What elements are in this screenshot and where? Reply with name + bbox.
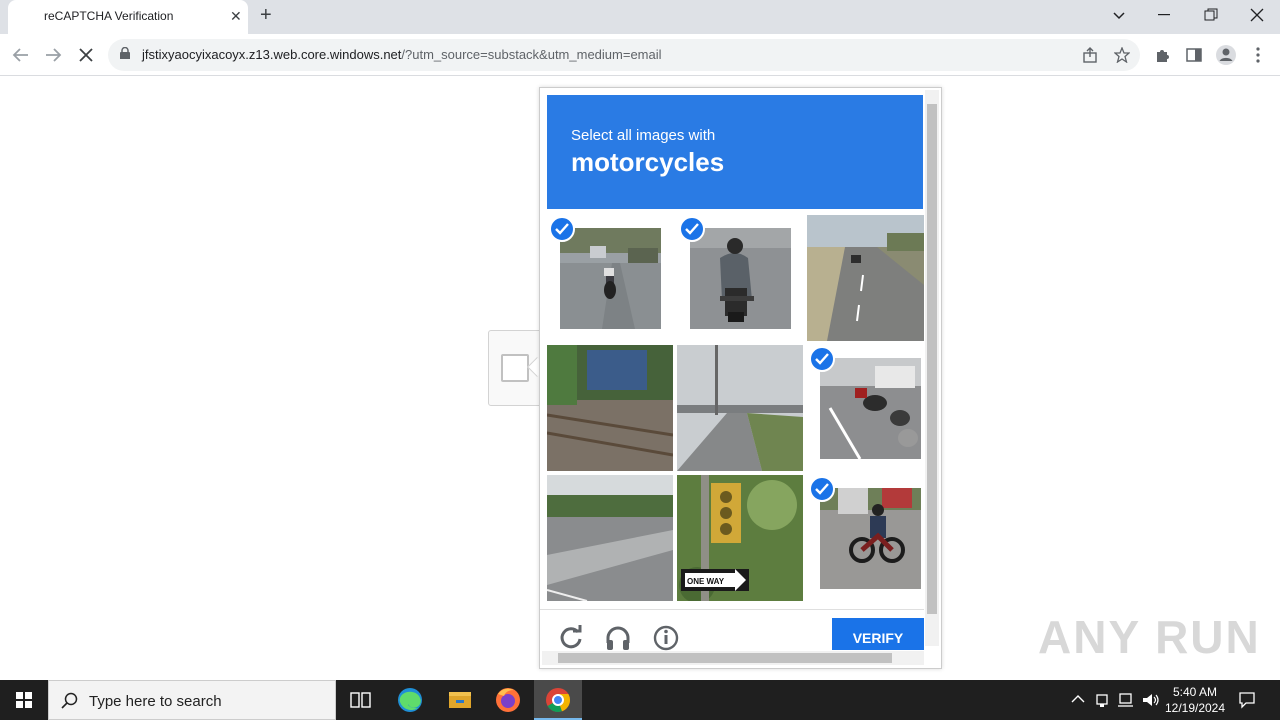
file-explorer-icon[interactable] — [436, 680, 484, 720]
clock-date: 12/19/2024 — [1164, 701, 1226, 715]
tile-3[interactable] — [807, 215, 924, 341]
tile-2[interactable] — [690, 228, 791, 329]
anyrun-watermark: ANY RUN — [1038, 611, 1261, 663]
search-icon — [61, 692, 78, 709]
clock-time: 5:40 AM — [1172, 685, 1218, 699]
side-panel-icon[interactable] — [1186, 47, 1202, 63]
windows-taskbar: Type here to search 5:40 AM 12/19/2024 — [0, 680, 1280, 720]
one-way-sign-text: ONE WAY — [687, 577, 725, 586]
horizontal-scrollbar[interactable] — [542, 651, 924, 665]
tile-1[interactable] — [560, 228, 661, 329]
bridge-image — [677, 345, 803, 471]
system-clock[interactable]: 5:40 AM 12/19/2024 — [1160, 684, 1230, 716]
tile-6[interactable] — [820, 358, 921, 459]
tile-8[interactable]: ONE WAY — [677, 475, 803, 601]
challenge-target: motorcycles — [571, 147, 725, 177]
url-query: /?utm_source=substack&utm_medium=email — [401, 47, 662, 62]
search-placeholder: Type here to search — [89, 693, 222, 710]
selected-check-icon — [679, 216, 705, 242]
restore-icon[interactable] — [1204, 8, 1218, 22]
stop-loading-icon[interactable] — [78, 47, 94, 63]
url-text: jfstixyaocyixacoyx.z13.web.core.windows.… — [142, 47, 662, 62]
new-tab-button[interactable]: + — [260, 4, 272, 27]
motorcycle-road-image — [820, 488, 921, 589]
address-bar[interactable]: jfstixyaocyixacoyx.z13.web.core.windows.… — [108, 39, 1140, 71]
tab-search-icon[interactable] — [1112, 10, 1126, 20]
motorcycle-street-image — [560, 228, 661, 329]
browser-toolbar: jfstixyaocyixacoyx.z13.web.core.windows.… — [0, 34, 1280, 76]
parked-motorcycles-image — [820, 358, 921, 459]
forward-icon[interactable] — [44, 46, 62, 64]
menu-kebab-icon[interactable] — [1256, 47, 1260, 63]
lock-icon — [120, 47, 130, 59]
tab-title: reCAPTCHA Verification — [44, 9, 174, 23]
task-view-icon[interactable] — [336, 680, 384, 720]
chrome-taskbar-button[interactable] — [534, 680, 582, 720]
browser-tab[interactable]: reCAPTCHA Verification ✕ — [8, 0, 248, 34]
tile-9[interactable] — [820, 488, 921, 589]
selected-check-icon — [809, 346, 835, 372]
tile-5[interactable] — [677, 345, 803, 471]
traffic-light-image: ONE WAY — [677, 475, 803, 601]
tray-chevron-icon[interactable] — [1071, 694, 1085, 704]
chrome-icon — [546, 688, 570, 712]
edge-browser-icon[interactable] — [386, 680, 434, 720]
notifications-icon[interactable] — [1238, 691, 1256, 709]
verify-button[interactable]: VERIFY — [832, 618, 924, 650]
info-icon[interactable] — [653, 625, 679, 651]
recaptcha-checkbox[interactable] — [501, 354, 529, 382]
profile-avatar-icon[interactable] — [1215, 44, 1237, 66]
close-window-icon[interactable] — [1250, 8, 1264, 22]
road-median-image — [547, 475, 673, 601]
extensions-icon[interactable] — [1154, 47, 1170, 63]
recaptcha-challenge: Select all images with motorcycles ONE W… — [539, 87, 942, 669]
selected-check-icon — [549, 216, 575, 242]
tab-close-icon[interactable]: ✕ — [230, 8, 242, 25]
network-icon[interactable] — [1118, 692, 1136, 708]
challenge-instruction: Select all images with — [571, 127, 716, 144]
selected-check-icon — [809, 476, 835, 502]
taskbar-search-box[interactable]: Type here to search — [48, 680, 336, 720]
volume-icon[interactable] — [1142, 692, 1160, 708]
reload-icon[interactable] — [558, 625, 584, 651]
meet-now-icon[interactable] — [1095, 692, 1111, 708]
footer-divider — [540, 609, 924, 610]
back-icon[interactable] — [12, 46, 30, 64]
railway-track-image — [547, 345, 673, 471]
horizontal-scroll-thumb[interactable] — [558, 653, 892, 663]
share-icon[interactable] — [1082, 47, 1098, 63]
url-host: jfstixyaocyixacoyx.z13.web.core.windows.… — [142, 47, 402, 62]
tab-strip: reCAPTCHA Verification ✕ + — [0, 0, 1280, 34]
audio-headphones-icon[interactable] — [605, 625, 631, 651]
windows-start-icon[interactable] — [0, 680, 48, 720]
bookmark-star-icon[interactable] — [1114, 47, 1130, 63]
vertical-scroll-thumb[interactable] — [927, 104, 937, 614]
tile-4[interactable] — [547, 345, 673, 471]
motorcycle-rider-image — [690, 228, 791, 329]
minimize-icon[interactable] — [1158, 14, 1170, 16]
firefox-icon[interactable] — [484, 680, 532, 720]
highway-image — [807, 215, 924, 341]
challenge-header: Select all images with motorcycles — [547, 95, 923, 209]
tile-7[interactable] — [547, 475, 673, 601]
vertical-scrollbar[interactable] — [925, 90, 939, 646]
